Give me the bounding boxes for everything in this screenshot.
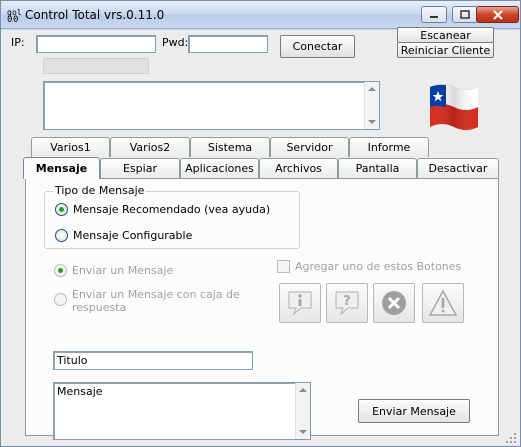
message-type-title: Tipo de Mensaje bbox=[53, 184, 147, 197]
scroll-down-icon[interactable] bbox=[368, 120, 376, 124]
svg-text:?: ? bbox=[343, 294, 351, 309]
warning-icon bbox=[428, 289, 458, 316]
scroll-down-icon[interactable] bbox=[299, 430, 307, 434]
tab-varios1[interactable]: Varios1 bbox=[31, 137, 110, 157]
recommended-message-label[interactable]: Mensaje Recomendado (vea ayuda) bbox=[73, 203, 270, 216]
chile-flag-icon bbox=[430, 84, 478, 130]
close-icon bbox=[492, 9, 503, 20]
tab-informe[interactable]: Informe bbox=[349, 137, 429, 157]
tab-sistema[interactable]: Sistema bbox=[190, 137, 270, 157]
tab-servidor[interactable]: Servidor bbox=[270, 137, 349, 157]
tab-pantalla[interactable]: Pantalla bbox=[338, 158, 417, 178]
tab-mensaje[interactable]: Mensaje bbox=[23, 157, 100, 179]
pwd-input[interactable] bbox=[188, 35, 268, 53]
app-icon: g ol 0 0 bbox=[7, 8, 21, 23]
svg-text:0: 0 bbox=[13, 15, 18, 23]
client-area: IP: Pwd: Conectar Escanear Reiniciar Cli… bbox=[2, 27, 519, 446]
maximize-button[interactable] bbox=[452, 6, 478, 23]
scroll-up-icon[interactable] bbox=[368, 87, 376, 91]
restart-client-button[interactable]: Reiniciar Cliente bbox=[397, 42, 494, 58]
tab-archivos[interactable]: Archivos bbox=[259, 158, 338, 178]
close-button[interactable] bbox=[476, 6, 519, 23]
message-body-text: Mensaje bbox=[57, 385, 103, 398]
error-icon bbox=[382, 291, 406, 315]
add-buttons-label: Agregar uno de estos Botones bbox=[295, 260, 462, 273]
tab-desactivar[interactable]: Desactivar bbox=[417, 158, 499, 178]
send-message-button[interactable]: Enviar Mensaje bbox=[358, 399, 470, 423]
message-body-scrollbar[interactable] bbox=[295, 383, 310, 439]
log-scrollbar[interactable] bbox=[364, 82, 379, 129]
app-window: g ol 0 0 Control Total vrs.0.11.0 IP: Pw… bbox=[0, 0, 521, 447]
tab-varios2[interactable]: Varios2 bbox=[110, 137, 190, 157]
scan-button[interactable]: Escanear bbox=[397, 27, 494, 43]
send-with-reply-label[interactable]: Enviar un Mensaje con caja de respuesta bbox=[72, 288, 242, 314]
question-button[interactable]: ? bbox=[326, 283, 368, 323]
minimize-button[interactable] bbox=[421, 6, 447, 23]
mensaje-panel: Tipo de Mensaje Mensaje Recomendado (vea… bbox=[25, 178, 499, 440]
info-icon bbox=[288, 291, 312, 316]
minimize-icon bbox=[430, 15, 438, 18]
recommended-message-radio[interactable] bbox=[55, 203, 68, 216]
pwd-label: Pwd: bbox=[162, 36, 189, 49]
configurable-message-label[interactable]: Mensaje Configurable bbox=[73, 229, 192, 242]
ip-label: IP: bbox=[11, 36, 25, 49]
scroll-up-icon[interactable] bbox=[299, 388, 307, 392]
message-body-textarea[interactable]: Mensaje bbox=[53, 382, 311, 440]
log-textarea[interactable] bbox=[43, 81, 380, 130]
send-message-label[interactable]: Enviar un Mensaje bbox=[72, 264, 173, 277]
title-input[interactable]: Titulo bbox=[53, 351, 253, 370]
add-buttons-checkbox[interactable] bbox=[277, 260, 290, 273]
window-title: Control Total vrs.0.11.0 bbox=[25, 8, 165, 22]
tab-espiar[interactable]: Espiar bbox=[100, 158, 180, 178]
info-button[interactable] bbox=[279, 283, 321, 323]
resize-grip-icon[interactable] bbox=[505, 432, 517, 444]
status-box bbox=[43, 58, 149, 74]
error-button[interactable] bbox=[373, 283, 415, 323]
question-icon: ? bbox=[335, 291, 359, 316]
message-type-group: Tipo de Mensaje Mensaje Recomendado (vea… bbox=[44, 184, 300, 249]
ip-input[interactable] bbox=[36, 35, 156, 53]
title-bar[interactable]: g ol 0 0 Control Total vrs.0.11.0 bbox=[1, 1, 520, 29]
configurable-message-radio[interactable] bbox=[55, 229, 68, 242]
tab-aplicaciones[interactable]: Aplicaciones bbox=[180, 158, 259, 178]
send-with-reply-radio[interactable] bbox=[54, 293, 67, 306]
warning-button[interactable] bbox=[422, 283, 464, 323]
connect-button[interactable]: Conectar bbox=[280, 35, 355, 58]
svg-text:0: 0 bbox=[7, 15, 12, 23]
maximize-icon bbox=[460, 10, 470, 19]
send-message-radio[interactable] bbox=[54, 264, 67, 277]
